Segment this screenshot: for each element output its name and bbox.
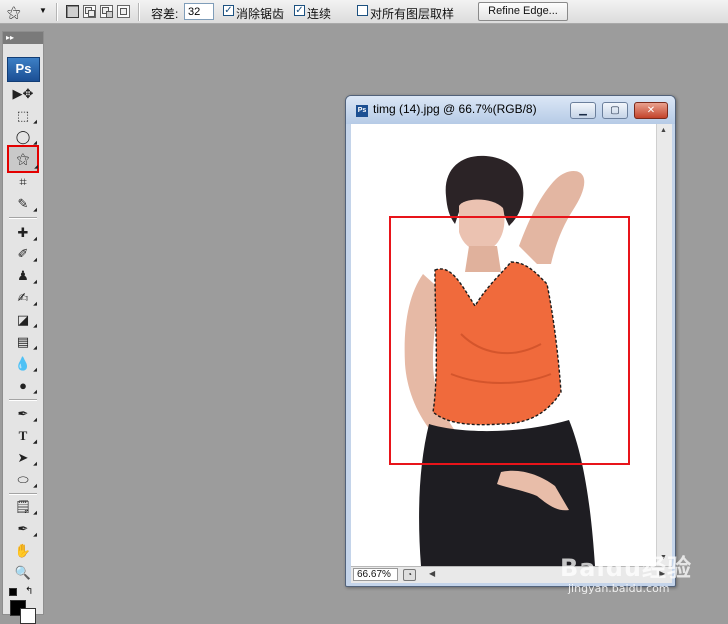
divider xyxy=(138,3,140,21)
baidu-watermark: Baidu经验 jingyan.baidu.com xyxy=(560,548,728,608)
document-ps-icon: Ps xyxy=(356,105,368,117)
photoshop-logo[interactable]: Ps xyxy=(7,57,40,82)
minimize-button[interactable]: ▁ xyxy=(570,102,596,119)
contiguous-label: 连续 xyxy=(307,7,332,21)
background-color-swatch[interactable] xyxy=(20,608,36,624)
annotation-highlight-box xyxy=(389,216,630,465)
gradient-tool-icon[interactable]: ▤ ◢ xyxy=(10,332,37,352)
magic-wand-icon: ⚝ xyxy=(7,4,21,20)
document-title: timg (14).jpg @ 66.7%(RGB/8) xyxy=(373,102,537,116)
default-colors-icon[interactable] xyxy=(9,588,17,596)
pen-tool-icon[interactable]: ✒ ◢ xyxy=(10,404,37,424)
tool-preset-picker[interactable]: ⚝ ▼ xyxy=(3,2,49,21)
close-button[interactable]: ✕ xyxy=(634,102,668,119)
history-brush-tool-icon[interactable]: ✍ ◢ xyxy=(10,288,37,308)
zoom-tool-icon[interactable]: 🔍 xyxy=(10,563,36,583)
toolbox-divider xyxy=(9,217,37,219)
zoom-level-field[interactable]: 66.67% xyxy=(353,568,398,581)
toolbox: ▸▸ Ps ▶✥ ⬚ ◢ ◯ ◢ ⚝ ◢ ⌗ ✎ ◢ ✚ ◢ ✐ ◢ ♟ ◢ ✍ ◢ ◪ ◢ ▤ ◢… xyxy=(2,31,44,624)
document-titlebar[interactable]: Ps timg (14).jpg @ 66.7%(RGB/8) ▁ ▢ ✕ xyxy=(346,96,675,124)
status-info-icon[interactable]: ◔ xyxy=(403,569,416,581)
eraser-tool-icon[interactable]: ◪ ◢ xyxy=(10,310,37,330)
subtract-from-selection-button[interactable] xyxy=(100,5,113,18)
path-selection-tool-icon[interactable]: ➤ ◢ xyxy=(10,448,37,468)
toolbox-divider xyxy=(9,399,37,401)
brush-tool-icon[interactable]: ✐ ◢ xyxy=(10,244,37,264)
sample-all-layers-label: 对所有图层取样 xyxy=(370,7,455,21)
toolbox-grip[interactable]: ▸▸ xyxy=(3,32,43,44)
divider xyxy=(56,3,58,21)
shape-tool-icon[interactable]: ⬭ ◢ xyxy=(10,470,37,490)
scroll-up-arrow-icon[interactable]: ▲ xyxy=(660,127,667,134)
magic-wand-tool-icon[interactable]: ⚝ ◢ xyxy=(7,145,39,173)
hand-tool-icon[interactable]: ✋ xyxy=(10,541,36,561)
move-tool-icon[interactable]: ▶✥ xyxy=(10,84,36,104)
chevron-down-icon: ▼ xyxy=(39,6,47,15)
maximize-button[interactable]: ▢ xyxy=(602,102,628,119)
type-tool-icon[interactable]: T ◢ xyxy=(10,426,37,446)
toolbox-divider xyxy=(9,493,37,495)
healing-brush-tool-icon[interactable]: ✚ ◢ xyxy=(10,223,37,243)
blur-tool-icon[interactable]: 💧 ◢ xyxy=(10,354,37,374)
notes-tool-icon[interactable]: 🗒 ◢ xyxy=(10,497,37,517)
tolerance-label: 容差: xyxy=(151,7,179,21)
options-bar: ⚝ ▼ 容差: ✓ 消除锯齿 ✓ 连续 对所有图层取样 Refine Edge.… xyxy=(0,0,728,24)
antialias-label: 消除锯齿 xyxy=(236,7,285,21)
lasso-tool-icon[interactable]: ◯ ◢ xyxy=(10,127,37,147)
add-to-selection-button[interactable] xyxy=(83,5,96,18)
scroll-left-arrow-icon[interactable]: ◀ xyxy=(429,569,435,578)
sample-all-layers-checkbox[interactable] xyxy=(357,5,368,16)
intersect-selection-button[interactable] xyxy=(117,5,130,18)
slice-tool-icon[interactable]: ✎ ◢ xyxy=(10,194,37,214)
refine-edge-button[interactable]: Refine Edge... xyxy=(478,2,568,21)
swap-colors-icon[interactable]: ↰ xyxy=(25,586,33,597)
clone-stamp-tool-icon[interactable]: ♟ ◢ xyxy=(10,266,37,286)
dodge-tool-icon[interactable]: ● ◢ xyxy=(10,376,37,396)
watermark-url: jingyan.baidu.com xyxy=(568,582,670,595)
crop-tool-icon[interactable]: ⌗ xyxy=(10,172,36,192)
eyedropper-tool-icon[interactable]: ✒ ◢ xyxy=(10,519,37,539)
antialias-checkbox[interactable]: ✓ xyxy=(223,5,234,16)
watermark-logo-text: Baidu经验 xyxy=(560,554,692,582)
new-selection-button[interactable] xyxy=(66,5,79,18)
vertical-scrollbar[interactable]: ▲ ▼ xyxy=(656,124,672,566)
marquee-tool-icon[interactable]: ⬚ ◢ xyxy=(10,106,37,126)
contiguous-checkbox[interactable]: ✓ xyxy=(294,5,305,16)
tolerance-input[interactable] xyxy=(184,3,214,20)
